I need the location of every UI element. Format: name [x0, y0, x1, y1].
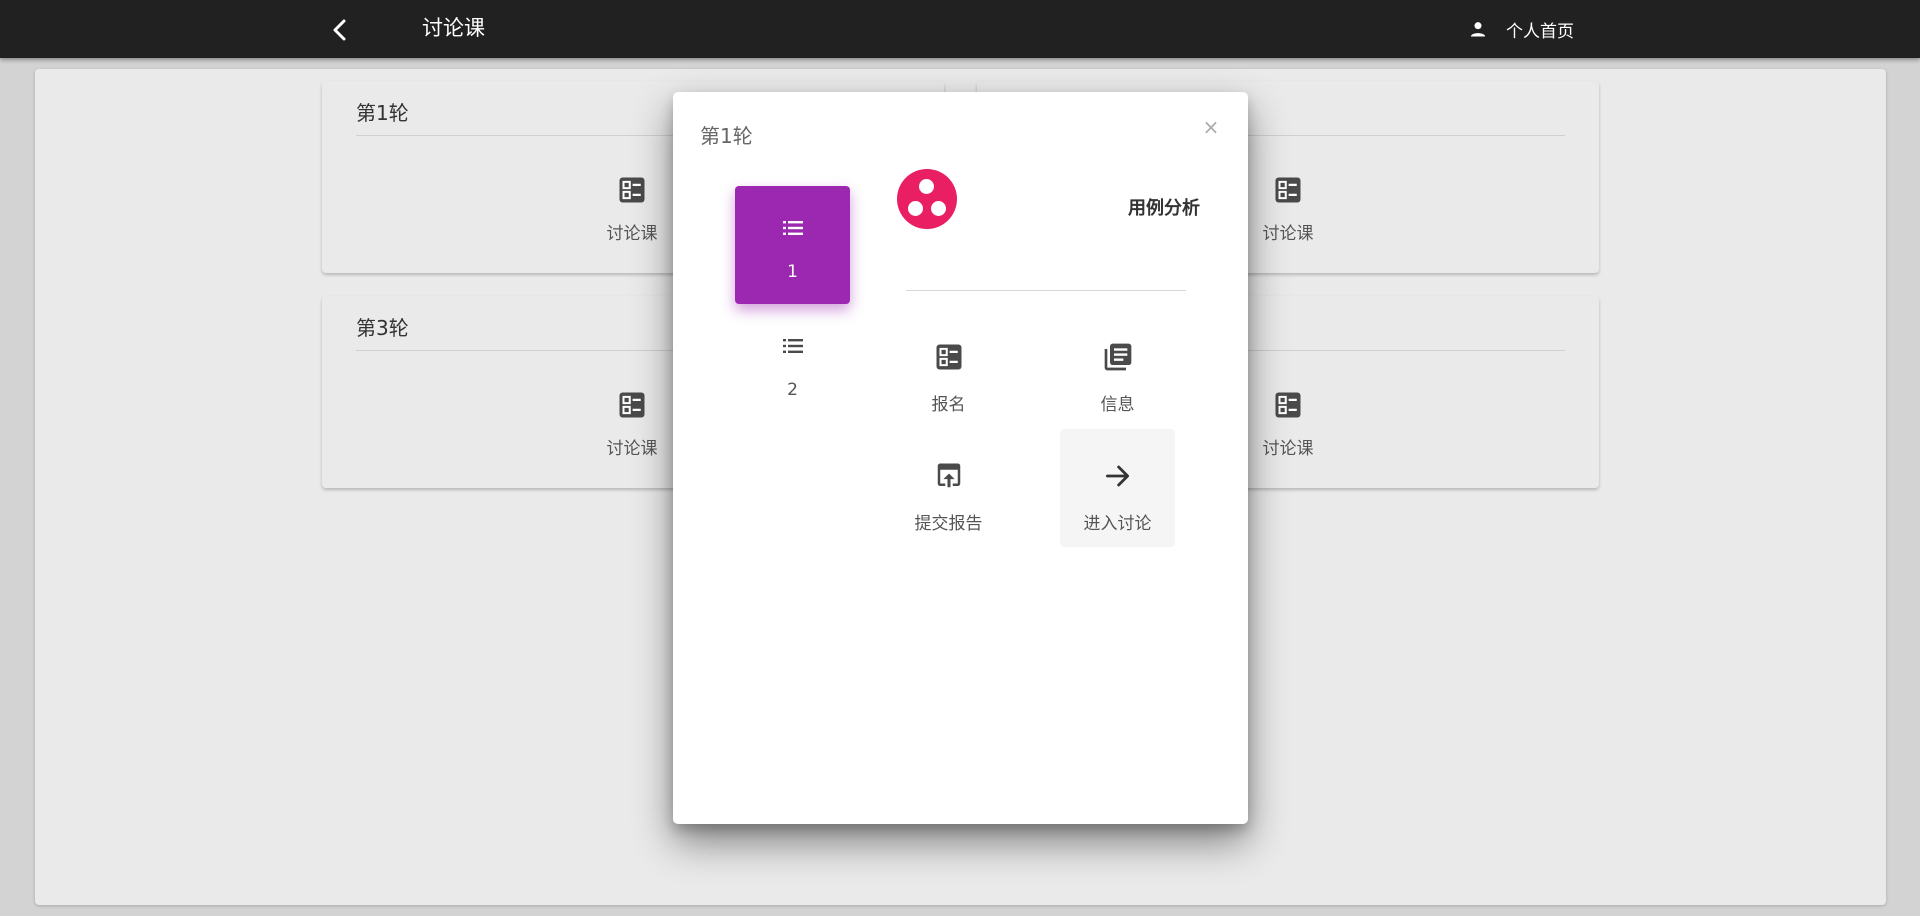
info-label: 信息	[1100, 395, 1135, 415]
upload-box-icon	[937, 463, 960, 488]
group-label: 1	[787, 262, 798, 282]
close-icon: ×	[1202, 115, 1220, 139]
person-icon	[1464, 15, 1492, 43]
arrow-right-icon	[1105, 465, 1129, 487]
info-button[interactable]: 信息	[1060, 310, 1175, 428]
app-title: 讨论课	[422, 16, 485, 40]
list-box-icon	[936, 344, 961, 370]
group-tile-2[interactable]: 2	[735, 310, 850, 428]
topic-name: 用例分析	[1128, 198, 1200, 219]
submit-report-button[interactable]: 提交报告	[891, 429, 1006, 547]
round-title: 第3轮	[356, 316, 409, 340]
chevron-left-icon	[333, 19, 346, 41]
group-tile-1[interactable]: 1	[735, 186, 850, 304]
enter-discussion-label: 进入讨论	[1083, 514, 1152, 534]
dialog-title: 第1轮	[700, 124, 753, 148]
back-button[interactable]	[324, 14, 356, 46]
group-label: 2	[787, 380, 798, 400]
list-box-icon	[619, 177, 645, 203]
signup-label: 报名	[931, 395, 966, 415]
round-title: 第1轮	[356, 101, 409, 125]
seminar-label: 讨论课	[1262, 439, 1314, 459]
list-icon	[782, 339, 803, 353]
profile-link[interactable]: 个人首页	[1464, 14, 1574, 44]
profile-link-label: 个人首页	[1506, 21, 1574, 42]
list-box-icon	[1275, 392, 1301, 418]
round-dialog: 第1轮 × 1 2 用例分析 报名 信息 提交报告 进入讨论	[673, 92, 1248, 824]
divider	[906, 290, 1186, 291]
seminar-label: 讨论课	[1262, 224, 1314, 244]
seminar-label: 讨论课	[606, 439, 658, 459]
submit-report-label: 提交报告	[914, 514, 983, 534]
list-box-icon	[619, 392, 645, 418]
library-books-icon	[1104, 343, 1131, 371]
signup-button[interactable]: 报名	[891, 310, 1006, 428]
list-box-icon	[1275, 177, 1301, 203]
close-button[interactable]: ×	[1200, 115, 1222, 139]
seminar-label: 讨论课	[606, 224, 658, 244]
topic-avatar	[897, 169, 957, 229]
enter-discussion-button[interactable]: 进入讨论	[1060, 429, 1175, 547]
list-icon	[782, 221, 803, 235]
app-bar: 讨论课 个人首页	[0, 0, 1920, 58]
